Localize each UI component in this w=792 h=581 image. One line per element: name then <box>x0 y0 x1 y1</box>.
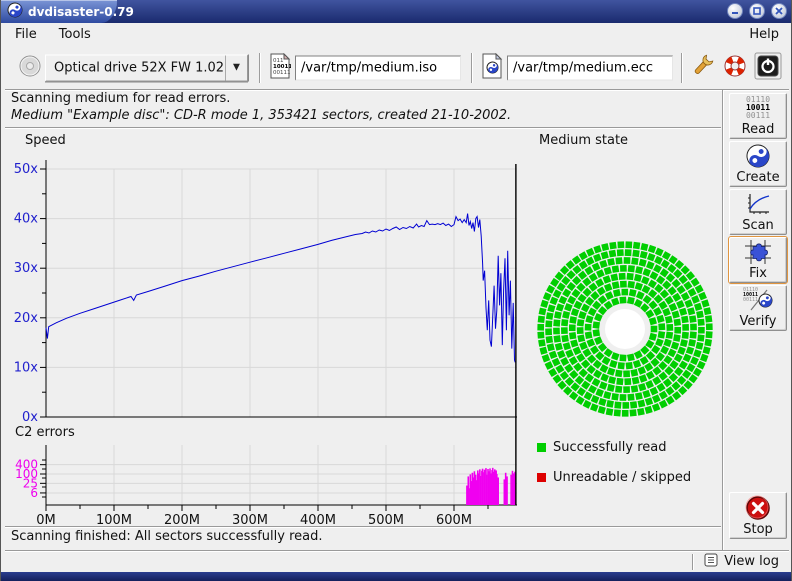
window-bottom-border <box>1 572 792 581</box>
legend-label-unreadable: Unreadable / skipped <box>553 470 691 485</box>
svg-text:300M: 300M <box>232 513 268 526</box>
svg-text:400M: 400M <box>300 513 336 526</box>
title-tab: dvdisaster-0.79 <box>1 0 117 23</box>
action-sidebar: 011101001100111 Read Create Scan <box>723 90 789 550</box>
toolbar-separator <box>681 53 683 83</box>
read-button[interactable]: 011101001100111 Read <box>729 93 787 139</box>
drive-selector-value: Optical drive 52X FW 1.02 <box>46 60 225 75</box>
menu-help[interactable]: Help <box>747 25 781 44</box>
svg-text:0M: 0M <box>36 513 56 526</box>
legend-swatch-red <box>537 473 546 482</box>
status-header: Scanning medium for read errors. Medium … <box>5 91 721 127</box>
verify-button[interactable]: 011101001100111 Verify <box>729 285 787 331</box>
statusbar-divider <box>692 554 694 570</box>
svg-text:600M: 600M <box>436 513 472 526</box>
svg-text:0x: 0x <box>22 410 38 425</box>
create-button[interactable]: Create <box>729 141 787 187</box>
menu-tools[interactable]: Tools <box>57 25 93 44</box>
minimize-button[interactable] <box>727 3 743 19</box>
view-log-button[interactable]: View log <box>724 554 779 569</box>
verify-button-label: Verify <box>740 314 777 329</box>
stop-button[interactable]: Stop <box>729 492 787 539</box>
svg-text:20x: 20x <box>14 311 39 326</box>
svg-text:500M: 500M <box>368 513 404 526</box>
medium-state-title: Medium state <box>539 133 628 148</box>
menubar: File Tools Help <box>5 23 789 46</box>
help-lifesaver-button[interactable] <box>722 53 748 83</box>
verify-compare-icon: 011101001100111 <box>730 286 786 314</box>
main-area: 0x 10x 20x 30x 40x 50x 0M 100M 200M 300M 400M 500M 6… <box>5 128 723 526</box>
svg-text:400: 400 <box>15 458 38 472</box>
c2-errors-title: C2 errors <box>15 425 75 440</box>
fix-puzzle-icon <box>730 238 786 266</box>
close-icon <box>774 6 784 16</box>
fix-button[interactable]: Fix <box>729 237 787 283</box>
legend-item-unreadable: Unreadable / skipped <box>537 469 691 485</box>
statusbar: View log <box>5 550 789 572</box>
fix-button-label: Fix <box>749 266 767 281</box>
scan-button-label: Scan <box>742 218 774 233</box>
app-logo-yinyang-icon <box>7 2 23 22</box>
app-window: dvdisaster-0.79 File Tools Help Optical … <box>0 0 792 581</box>
minimize-icon <box>730 6 740 16</box>
lifesaver-icon <box>722 53 748 79</box>
legend-item-read: Successfully read <box>537 439 691 455</box>
view-log-icon <box>704 553 718 571</box>
preferences-wrench-button[interactable] <box>689 53 715 83</box>
create-button-label: Create <box>736 170 779 185</box>
iso-path-input[interactable] <box>295 55 461 80</box>
iso-file-icon: 011 10011 00111 <box>269 53 291 83</box>
read-binary-icon: 011101001100111 <box>730 94 786 122</box>
toolbar: Optical drive 52X FW 1.02 ▼ 011 10011 00… <box>5 46 789 89</box>
create-yinyang-icon <box>730 142 786 170</box>
svg-text:30x: 30x <box>14 261 39 276</box>
scan-button[interactable]: Scan <box>729 189 787 235</box>
titlebar[interactable]: dvdisaster-0.79 <box>1 0 792 23</box>
medium-state-disc <box>537 241 712 416</box>
maximize-icon <box>752 6 762 16</box>
read-button-label: Read <box>742 122 775 137</box>
svg-text:200M: 200M <box>164 513 200 526</box>
toolbar-separator <box>259 53 261 83</box>
stop-button-label: Stop <box>743 522 773 537</box>
separator <box>5 526 721 528</box>
medium-state-legend: Successfully read Unreadable / skipped <box>537 439 691 499</box>
speed-chart-title: Speed <box>25 133 66 148</box>
svg-text:100M: 100M <box>96 513 132 526</box>
close-button[interactable] <box>771 3 787 19</box>
ecc-file-icon <box>481 53 503 83</box>
window-title: dvdisaster-0.79 <box>28 5 134 19</box>
drive-selector[interactable]: Optical drive 52X FW 1.02 ▼ <box>45 54 248 81</box>
legend-swatch-green <box>537 443 546 452</box>
stop-icon <box>730 493 786 522</box>
legend-label-read: Successfully read <box>553 440 666 455</box>
toolbar-separator <box>471 53 473 83</box>
scan-result-text: Scanning finished: All sectors successfu… <box>11 529 323 544</box>
power-icon <box>754 52 782 80</box>
chevron-down-icon: ▼ <box>225 55 247 80</box>
maximize-button[interactable] <box>749 3 765 19</box>
ecc-path-input[interactable] <box>507 55 673 80</box>
svg-text:00111: 00111 <box>273 70 291 76</box>
menu-file[interactable]: File <box>13 25 39 44</box>
status-line-action: Scanning medium for read errors. <box>11 91 721 106</box>
wrench-icon <box>689 53 715 79</box>
status-line-medium-info: Medium "Example disc": CD-R mode 1, 3534… <box>11 108 721 123</box>
svg-text:10x: 10x <box>14 360 39 375</box>
optical-disc-icon <box>19 55 41 81</box>
quit-power-button[interactable] <box>754 52 782 84</box>
scan-graph-icon <box>730 190 786 218</box>
svg-text:40x: 40x <box>14 212 39 227</box>
svg-text:50x: 50x <box>14 162 39 177</box>
